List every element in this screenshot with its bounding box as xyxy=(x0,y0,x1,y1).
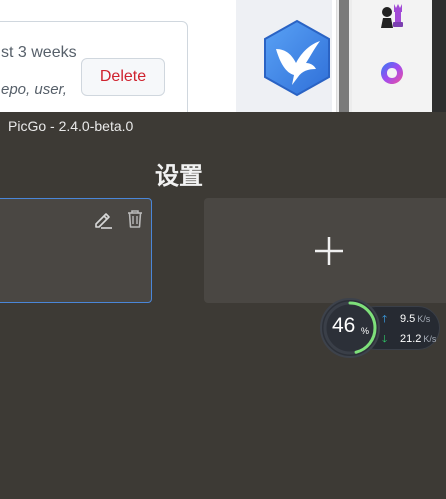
picgo-window: PicGo - 2.4.0-beta.0 设置 46 % 🡑 9.5 K/s 🡓… xyxy=(0,112,446,499)
edit-icon[interactable] xyxy=(92,208,114,230)
download-speed: 🡓 21.2 K/s xyxy=(382,332,436,346)
browser-scrollbar-thumb[interactable] xyxy=(339,0,349,112)
repo-topics-text: epo, user, xyxy=(1,81,67,98)
window-titlebar[interactable]: PicGo - 2.4.0-beta.0 xyxy=(0,112,446,140)
background-browser: st 3 weeks epo, user, Delete xyxy=(0,0,446,112)
repo-card: st 3 weeks epo, user, Delete xyxy=(0,21,188,112)
copilot-extension-icon[interactable] xyxy=(379,60,405,86)
download-value: 21.2 xyxy=(400,333,422,345)
add-config-button[interactable] xyxy=(204,198,446,303)
upload-unit: K/s xyxy=(417,314,431,324)
window-title: PicGo - 2.4.0-beta.0 xyxy=(8,118,134,134)
download-arrow-icon: 🡓 xyxy=(382,334,388,345)
chess-extension-icon[interactable] xyxy=(376,0,406,30)
cpu-value: 46 xyxy=(332,314,356,337)
plus-icon xyxy=(315,236,343,265)
hummingbird-app-icon[interactable] xyxy=(262,19,332,97)
upload-arrow-icon: 🡑 xyxy=(382,314,388,325)
delete-button[interactable]: Delete xyxy=(81,58,165,96)
upload-speed: 🡑 9.5 K/s xyxy=(382,312,430,326)
upload-value: 9.5 xyxy=(400,313,416,325)
repo-updated-text: st 3 weeks xyxy=(1,44,77,61)
trash-icon[interactable] xyxy=(124,208,146,230)
download-unit: K/s xyxy=(423,334,437,344)
net-speed-widget[interactable]: 46 % 🡑 9.5 K/s 🡓 21.2 K/s xyxy=(320,298,442,358)
browser-edge xyxy=(432,0,446,112)
page-title: 设置 xyxy=(155,163,203,190)
cpu-unit: % xyxy=(361,326,370,336)
